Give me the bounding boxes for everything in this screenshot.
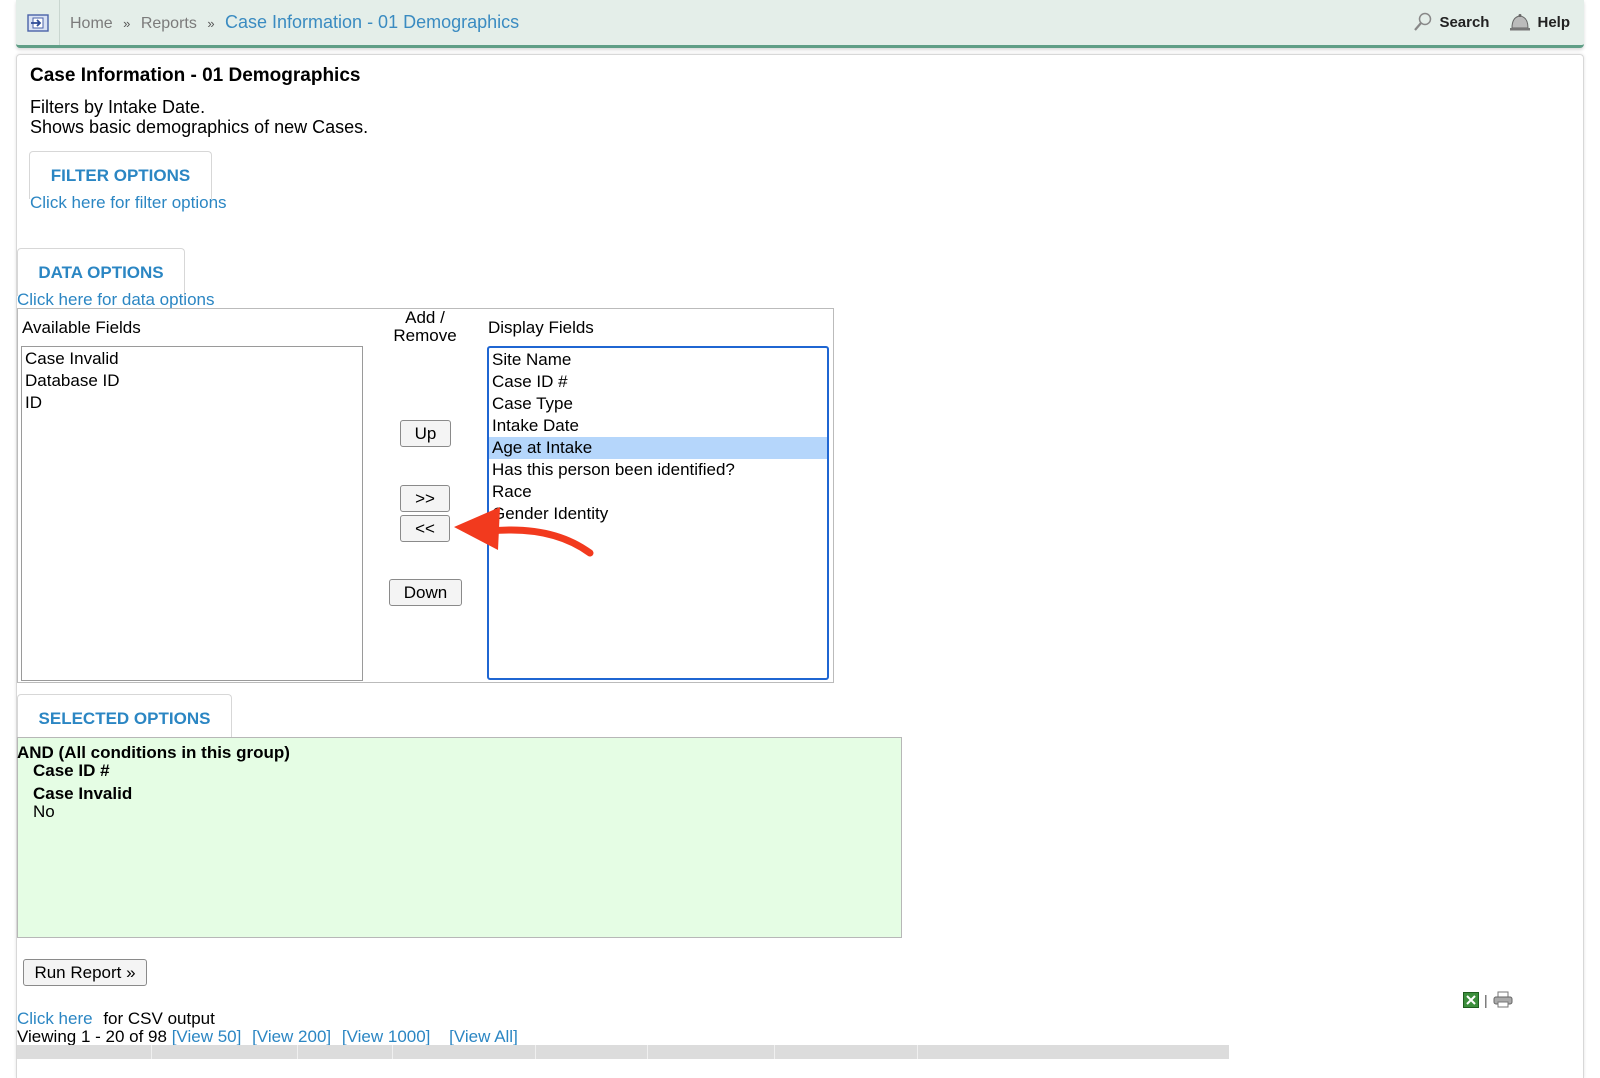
view-all-link[interactable]: [View All] (449, 1027, 518, 1046)
available-field-option[interactable]: Case Invalid (22, 348, 362, 370)
available-field-option[interactable]: Database ID (22, 370, 362, 392)
csv-output-line: Click here for CSV output (17, 1009, 215, 1029)
tab-selected-options[interactable]: SELECTED OPTIONS (17, 694, 232, 742)
page-title: Case Information - 01 Demographics (30, 65, 361, 86)
display-field-option[interactable]: Intake Date (489, 415, 827, 437)
search-button[interactable]: Search (1413, 12, 1489, 32)
table-header-cell (775, 1045, 918, 1059)
view-1000-link[interactable]: [View 1000] (342, 1027, 431, 1046)
exit-icon[interactable] (16, 0, 60, 45)
table-header-cell (152, 1045, 298, 1059)
table-header-cell (393, 1045, 536, 1059)
view-50-link[interactable]: [View 50] (172, 1027, 242, 1046)
annotation-arrow-icon (454, 507, 594, 557)
viewing-count: Viewing 1 - 20 of 98 (17, 1027, 167, 1046)
breadcrumb-current: Case Information - 01 Demographics (225, 12, 520, 32)
breadcrumb-reports[interactable]: Reports (141, 15, 197, 32)
help-label: Help (1537, 13, 1570, 31)
print-icon[interactable] (1493, 991, 1513, 1008)
view-200-link[interactable]: [View 200] (252, 1027, 331, 1046)
display-fields-label: Display Fields (488, 318, 594, 337)
display-field-option[interactable]: Case ID # (489, 371, 827, 393)
search-icon (1414, 12, 1432, 31)
pagination-line: Viewing 1 - 20 of 98 [View 50] [View 200… (17, 1027, 524, 1047)
move-up-button[interactable]: Up (400, 420, 451, 447)
filter-options-link[interactable]: Click here for filter options (30, 193, 227, 213)
display-field-option[interactable]: Site Name (489, 349, 827, 371)
table-header-cell (918, 1045, 1229, 1059)
add-remove-label: Add / Remove (385, 309, 465, 345)
table-header-cell (17, 1045, 152, 1059)
breadcrumb-home[interactable]: Home (70, 15, 113, 32)
display-field-option-selected[interactable]: Age at Intake (489, 437, 827, 459)
add-remove-line: Add / (405, 308, 445, 327)
icon-divider: | (1484, 991, 1488, 1008)
tab-data-options[interactable]: DATA OPTIONS (17, 248, 185, 296)
condition-field: Case ID # (33, 761, 110, 780)
results-table-header (17, 1045, 1229, 1059)
search-label: Search (1439, 13, 1490, 31)
export-icons: | (1463, 991, 1513, 1008)
display-field-option[interactable]: Has this person been identified? (489, 459, 827, 481)
condition-field: Case Invalid (33, 784, 133, 803)
table-header-cell (648, 1045, 775, 1059)
condition-group-label: AND (All conditions in this group) (17, 743, 290, 762)
breadcrumb-separator: » (207, 16, 215, 31)
add-remove-line: Remove (393, 326, 457, 345)
available-fields-list[interactable]: Case Invalid Database ID ID (21, 346, 363, 681)
breadcrumb: Home » Reports » Case Information - 01 D… (70, 12, 519, 33)
help-button[interactable]: Help (1509, 13, 1570, 31)
data-options-link[interactable]: Click here for data options (17, 290, 215, 310)
run-report-button[interactable]: Run Report » (23, 959, 147, 986)
top-bar: Home » Reports » Case Information - 01 D… (16, 0, 1584, 48)
move-down-button[interactable]: Down (389, 579, 462, 606)
csv-output-link[interactable]: Click here (17, 1009, 93, 1028)
description-line: Shows basic demographics of new Cases. (30, 117, 369, 137)
excel-icon[interactable] (1463, 991, 1479, 1008)
condition-value: No (33, 802, 55, 821)
report-description: Filters by Intake Date. Shows basic demo… (30, 97, 368, 137)
description-line: Filters by Intake Date. (30, 97, 206, 117)
tab-filter-options[interactable]: FILTER OPTIONS (29, 151, 212, 199)
table-header-cell (298, 1045, 393, 1059)
table-header-cell (536, 1045, 648, 1059)
csv-output-text: for CSV output (103, 1009, 215, 1028)
help-bell-icon (1510, 14, 1531, 31)
breadcrumb-separator: » (123, 16, 131, 31)
available-fields-label: Available Fields (22, 318, 141, 337)
selected-options-panel (17, 737, 902, 938)
display-field-option[interactable]: Case Type (489, 393, 827, 415)
available-field-option[interactable]: ID (22, 392, 362, 414)
